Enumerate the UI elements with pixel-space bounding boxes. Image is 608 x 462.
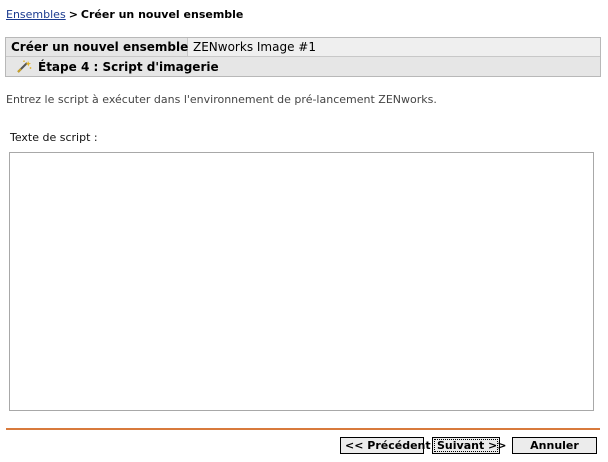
bundle-name: ZENworks Image #1 <box>188 38 600 56</box>
previous-button[interactable]: << Précédent <box>340 437 431 454</box>
breadcrumb-link-ensembles[interactable]: Ensembles <box>6 8 66 21</box>
next-button[interactable]: Suivant >> <box>432 437 506 454</box>
script-text-input[interactable] <box>9 152 594 411</box>
instructions-text: Entrez le script à exécuter dans l'envir… <box>6 93 437 106</box>
breadcrumb: Ensembles > Créer un nouvel ensemble <box>6 8 243 22</box>
cancel-button[interactable]: Annuler <box>512 437 597 454</box>
wizard-header: Créer un nouvel ensemble ZENworks Image … <box>5 37 601 77</box>
wizard-title: Créer un nouvel ensemble <box>6 38 188 56</box>
script-text-label: Texte de script : <box>10 131 98 144</box>
footer-divider <box>6 428 600 430</box>
step-title: Étape 4 : Script d'imagerie <box>38 59 219 74</box>
wizard-wand-icon <box>16 59 32 74</box>
breadcrumb-separator: > <box>68 8 78 21</box>
page: Ensembles > Créer un nouvel ensemble Créer… <box>0 0 608 462</box>
breadcrumb-current: Créer un nouvel ensemble <box>80 8 244 21</box>
wizard-header-row: Créer un nouvel ensemble ZENworks Image … <box>6 38 600 57</box>
wizard-step-row: Étape 4 : Script d'imagerie <box>6 57 600 76</box>
